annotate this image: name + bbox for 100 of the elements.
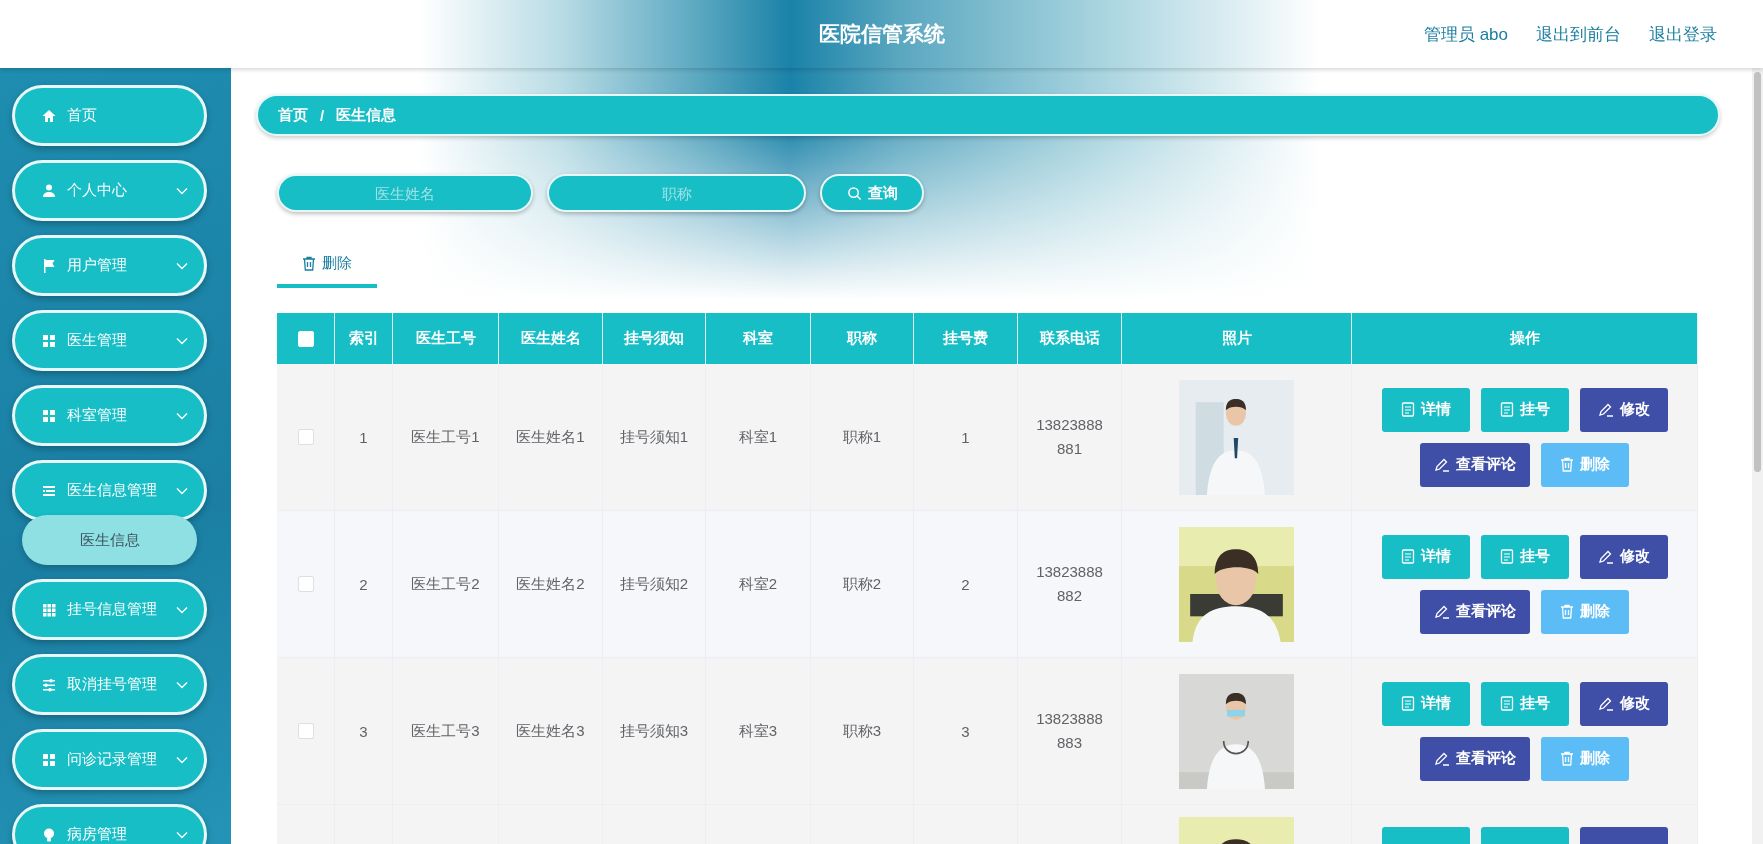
edit-button[interactable]: 修改: [1579, 681, 1668, 726]
chevron-down-icon: [176, 755, 188, 764]
header-link[interactable]: 退出到前台: [1536, 22, 1621, 46]
cell-text: 医生工号1: [411, 427, 480, 447]
cell-text: 2: [961, 575, 970, 593]
trash-icon: [1560, 604, 1574, 619]
cell-text: 科室3: [738, 721, 778, 741]
cell-text: 医生姓名3: [516, 721, 585, 741]
delete-button[interactable]: 删除: [1541, 736, 1629, 781]
sidebar-item[interactable]: 个人中心: [12, 160, 207, 221]
column-header: 医生姓名: [499, 313, 603, 364]
breadcrumb-separator: /: [320, 106, 325, 124]
delete-tab[interactable]: 删除: [277, 242, 377, 288]
delete-button[interactable]: 删除: [1541, 589, 1629, 634]
cell-text: 3: [359, 722, 368, 740]
cell-text: 挂号须知1: [619, 427, 689, 447]
pencil-icon: [1597, 696, 1614, 711]
detail-button[interactable]: 详情: [1381, 681, 1470, 726]
document-icon: [1499, 549, 1514, 564]
sidebar-item-label: 首页: [67, 106, 98, 125]
document-icon: [1400, 549, 1415, 564]
pencil-icon: [1597, 402, 1614, 417]
search-field[interactable]: 职称: [547, 174, 806, 212]
detail-button[interactable]: 详情: [1381, 387, 1470, 432]
pencil-icon: [1434, 457, 1450, 472]
sidebar-item[interactable]: 挂号信息管理: [12, 579, 207, 640]
document-icon: [1499, 402, 1514, 417]
column-header: 操作: [1352, 313, 1698, 364]
document-icon: [1499, 696, 1514, 711]
sidebar-subitem[interactable]: 医生信息: [22, 515, 197, 565]
chevron-down-icon: [176, 411, 188, 420]
cell-text: 医生工号2: [411, 574, 480, 594]
sidebar-item-label: 挂号信息管理: [67, 600, 158, 619]
register-button[interactable]: 挂号: [1480, 534, 1569, 579]
cell-text: 职称1: [842, 427, 882, 447]
sidebar-item[interactable]: 医生信息管理: [12, 460, 207, 521]
comments-button[interactable]: 查看评论: [1420, 589, 1530, 634]
scrollbar[interactable]: [1752, 68, 1763, 844]
detail-button[interactable]: 详情: [1381, 534, 1470, 579]
sidebar-item-label: 病房管理: [67, 825, 128, 844]
column-header: 照片: [1122, 313, 1352, 364]
sidebar-item-label: 医生管理: [67, 331, 128, 350]
phone-number: 13823888882: [1035, 562, 1104, 606]
grid-icon: [41, 601, 57, 618]
sidebar-item-label: 医生信息管理: [67, 481, 158, 500]
sidebar-item[interactable]: 取消挂号管理: [12, 654, 207, 715]
header-link[interactable]: 管理员 abo: [1423, 22, 1508, 46]
document-icon: [1400, 696, 1415, 711]
edit-button[interactable]: 修改: [1579, 387, 1668, 432]
cell-text: 医生姓名2: [516, 574, 585, 594]
home-icon: [41, 107, 57, 124]
column-header: 挂号费: [914, 313, 1018, 364]
cell-text: 科室2: [738, 574, 778, 594]
cell-text: 挂号须知2: [619, 574, 689, 594]
sidebar-item[interactable]: 科室管理: [12, 385, 207, 446]
chevron-down-icon: [176, 830, 188, 839]
column-header: 联系电话: [1018, 313, 1122, 364]
grid-icon: [41, 332, 57, 349]
register-button[interactable]: 挂号: [1480, 387, 1569, 432]
user-icon: [41, 182, 57, 199]
column-header: 挂号须知: [603, 313, 706, 364]
flag-icon: [41, 257, 57, 274]
row-checkbox[interactable]: [297, 723, 314, 739]
cell-text: 科室1: [738, 427, 778, 447]
row-checkbox[interactable]: [297, 429, 314, 445]
breadcrumb-item[interactable]: 医生信息: [336, 105, 397, 125]
comments-button[interactable]: 查看评论: [1420, 736, 1530, 781]
edit-button[interactable]: 修改: [1579, 534, 1668, 579]
grid-icon: [41, 407, 57, 424]
column-header: 医生工号: [393, 313, 499, 364]
sidebar-item[interactable]: 用户管理: [12, 235, 207, 296]
chevron-down-icon: [176, 336, 188, 345]
sidebar-item[interactable]: 问诊记录管理: [12, 729, 207, 790]
phone-number: 13823888881: [1035, 415, 1104, 459]
chevron-down-icon: [176, 680, 188, 689]
search-field[interactable]: 医生姓名: [277, 174, 533, 212]
comments-button[interactable]: 查看评论: [1420, 442, 1530, 487]
sidebar-item[interactable]: 医生管理: [12, 310, 207, 371]
header-link[interactable]: 退出登录: [1649, 22, 1717, 46]
chevron-down-icon: [176, 605, 188, 614]
column-header: 职称: [811, 313, 914, 364]
sidebar-item[interactable]: 病房管理: [12, 804, 207, 844]
trash-icon: [302, 255, 316, 271]
sidebar-item[interactable]: 首页: [12, 85, 207, 146]
phone-number: 13823888883: [1035, 709, 1104, 753]
cell-text: 医生工号3: [411, 721, 480, 741]
cell-text: 3: [961, 722, 970, 740]
search-button[interactable]: 查询: [820, 174, 924, 212]
app-title: 医院信管系统: [818, 21, 945, 47]
header-checkbox[interactable]: [297, 330, 314, 347]
trash-icon: [1560, 457, 1574, 472]
column-header: 索引: [335, 313, 393, 364]
pencil-icon: [1434, 604, 1450, 619]
breadcrumb-item[interactable]: 首页: [278, 105, 308, 125]
row-checkbox[interactable]: [297, 576, 314, 592]
sliders-icon: [41, 676, 57, 693]
bulb-icon: [41, 826, 57, 843]
delete-button[interactable]: 删除: [1541, 442, 1629, 487]
register-button[interactable]: 挂号: [1480, 681, 1569, 726]
sidebar-item-label: 科室管理: [67, 406, 128, 425]
